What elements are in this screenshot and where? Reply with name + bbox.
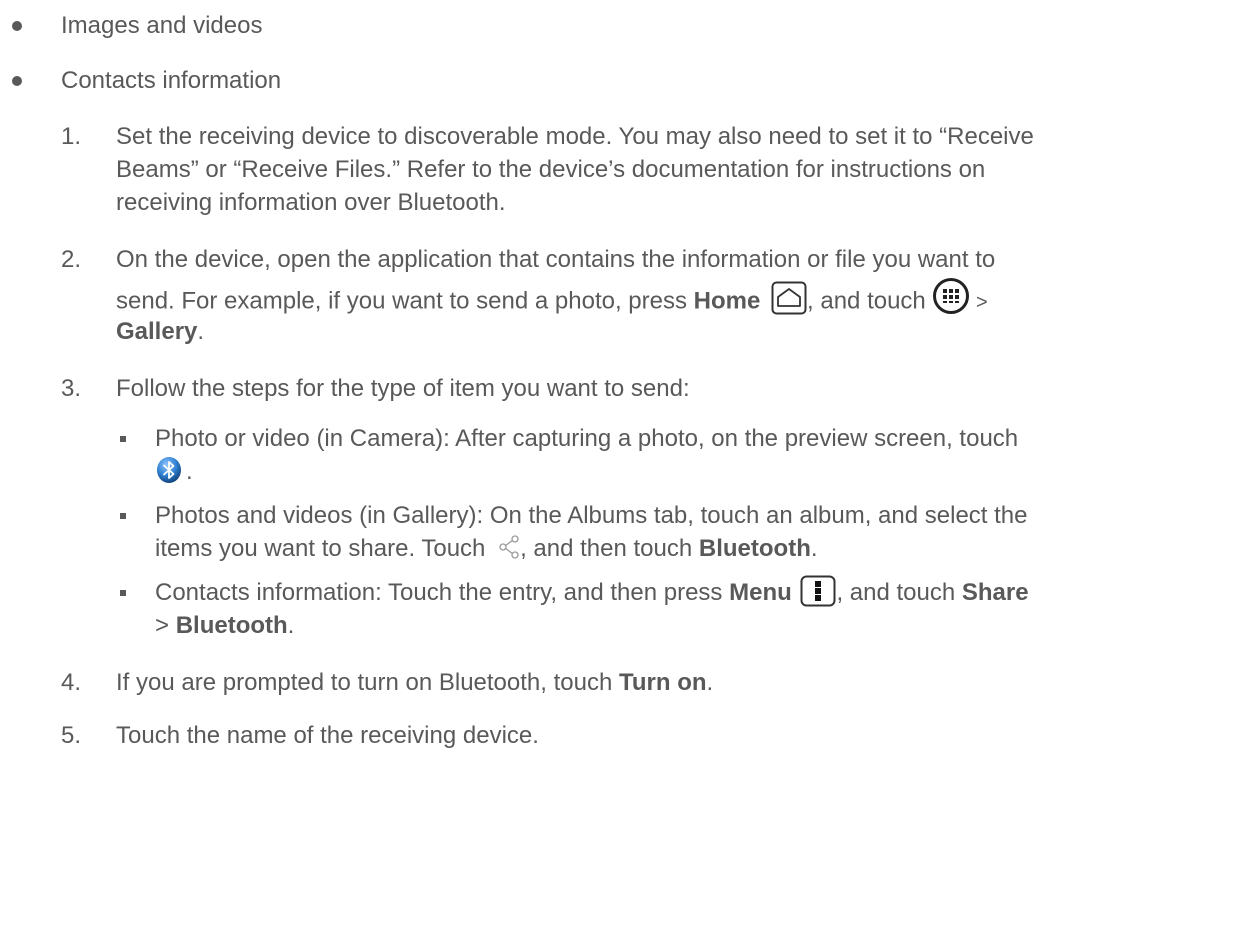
step-number: 3. <box>61 375 82 402</box>
menu-icon <box>800 575 836 607</box>
sub-c-text: , and touch <box>836 579 962 606</box>
step-1-line-3: receiving information over Bluetooth. <box>116 189 506 216</box>
step-2-line-1: On the device, open the application that… <box>116 246 996 273</box>
step-2-line-3: Gallery. <box>116 315 204 349</box>
bullet-dot <box>12 76 22 86</box>
sub-c-line-1: Contacts information: Touch the entry, a… <box>155 575 1029 610</box>
bullet-item-contacts-information: Contacts information <box>61 67 282 94</box>
step-1-line-2: Beams” or “Receive Files.” Refer to the … <box>116 156 986 183</box>
sub-c-text: > <box>155 612 176 639</box>
step-2-text: . <box>197 318 205 345</box>
apps-grid-icon <box>932 277 970 315</box>
step-4-text: If you are prompted to turn on Bluetooth… <box>116 669 619 696</box>
sub-b-line-1: Photos and videos (in Gallery): On the A… <box>155 502 1028 529</box>
step-2-text: , and touch <box>807 287 933 315</box>
sub-b-line-2: items you want to share. Touch , and the… <box>155 532 818 566</box>
sub-c-line-2: > Bluetooth. <box>155 609 294 643</box>
step-1-line-1: Set the receiving device to discoverable… <box>116 123 1034 150</box>
sub-a-line-2: . <box>155 455 193 489</box>
step-number: 2. <box>61 246 82 273</box>
bluetooth-icon <box>155 456 183 484</box>
sub-a-line-1: Photo or video (in Camera): After captur… <box>155 425 1019 452</box>
gallery-label: Gallery <box>116 318 198 345</box>
step-4-line-1: If you are prompted to turn on Bluetooth… <box>116 666 713 700</box>
step-4-text: . <box>706 669 714 696</box>
bluetooth-label: Bluetooth <box>175 612 288 639</box>
turn-on-label: Turn on <box>618 669 707 696</box>
share-icon <box>498 535 520 559</box>
sub-b-text: . <box>810 535 818 562</box>
share-label: Share <box>961 579 1029 606</box>
home-label: Home <box>693 287 761 315</box>
sub-bullet-square <box>120 590 126 596</box>
step-number: 5. <box>61 722 82 749</box>
sub-a-text: . <box>186 458 193 485</box>
menu-label: Menu <box>729 579 792 606</box>
home-icon <box>771 281 807 315</box>
bullet-dot <box>12 21 22 31</box>
step-2-text: send. For example, if you want to send a… <box>116 287 694 315</box>
step-5-line-1: Touch the name of the receiving device. <box>116 722 539 749</box>
step-number: 1. <box>61 123 82 150</box>
bullet-item-images-videos: Images and videos <box>61 12 263 39</box>
bluetooth-label: Bluetooth <box>698 535 811 562</box>
sub-b-text: , and then touch <box>520 535 699 562</box>
sub-c-text: . <box>287 612 295 639</box>
sub-bullet-square <box>120 436 126 442</box>
step-2-line-2: send. For example, if you want to send a… <box>116 278 988 321</box>
sub-bullet-square <box>120 513 126 519</box>
sub-b-text: items you want to share. Touch <box>155 535 493 562</box>
step-2-text: > <box>970 291 988 314</box>
step-number: 4. <box>61 669 82 696</box>
step-3-line-1: Follow the steps for the type of item yo… <box>116 375 690 402</box>
sub-c-text: Contacts information: Touch the entry, a… <box>155 579 730 606</box>
